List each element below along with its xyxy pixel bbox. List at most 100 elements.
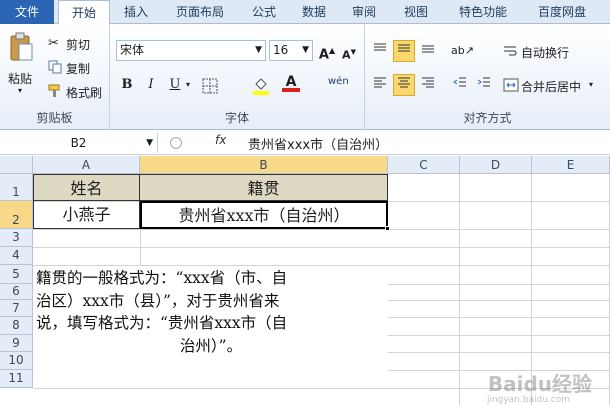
font-size-select[interactable]: 16 ▼: [269, 40, 313, 61]
shrink-font-icon[interactable]: A▼: [338, 41, 360, 63]
tab-formulas[interactable]: 公式: [242, 0, 286, 24]
format-painter-icon: [48, 84, 62, 98]
row-header-7[interactable]: 7: [0, 300, 33, 317]
wrap-text-icon: [503, 44, 517, 58]
insert-function-icon[interactable]: fx: [215, 133, 226, 147]
paste-button[interactable]: 粘贴: [8, 70, 32, 87]
cell-a1[interactable]: 姓名: [33, 174, 140, 201]
underline-button[interactable]: U: [164, 74, 186, 96]
tab-file[interactable]: 文件: [0, 0, 54, 24]
row-header-6[interactable]: 6: [0, 284, 33, 300]
formula-bar: B2 ▼ fx 贵州省xxx市（自治州）: [0, 131, 610, 155]
row-9-gridline: [388, 352, 610, 353]
baidu-jingyan-watermark: Baidu经验: [487, 372, 592, 396]
row-2-gridline: [33, 229, 610, 230]
clipboard-group: 粘贴 ▾ ✂ 剪切 复制 格式刷 剪贴板: [0, 24, 110, 130]
align-center-icon[interactable]: [393, 74, 415, 96]
formula-bar-circle-icon: [170, 137, 182, 149]
tab-data[interactable]: 数据: [292, 0, 336, 24]
alignment-group: ab↗ 自动换行 合并后居中 ▾ 对齐方式: [365, 24, 610, 130]
row-8-gridline: [388, 335, 610, 336]
decrease-indent-icon[interactable]: [449, 74, 471, 96]
tab-insert[interactable]: 插入: [114, 0, 158, 24]
clipboard-group-label: 剪贴板: [36, 111, 73, 125]
ribbon-tabs: 文件 开始 插入 页面布局 公式 数据 审阅 视图 特色功能 百度网盘: [0, 0, 610, 25]
fill-handle[interactable]: [385, 226, 390, 231]
cell-b2-selected[interactable]: 贵州省xxx市（自治州）: [140, 201, 388, 229]
row-4-gridline: [33, 265, 610, 266]
column-header-c[interactable]: C: [388, 156, 460, 174]
paste-icon[interactable]: [8, 32, 34, 62]
row-header-10[interactable]: 10: [0, 352, 33, 370]
row-header-8[interactable]: 8: [0, 317, 33, 335]
row-header-11[interactable]: 11: [0, 370, 33, 388]
tab-review[interactable]: 审阅: [342, 0, 386, 24]
note-line-3: 说，填写格式为：“贵州省xxx市（自: [36, 314, 288, 332]
tab-page-layout[interactable]: 页面布局: [164, 0, 236, 24]
font-group: 宋体 ▼ 16 ▼ A▲ A▼ B I U ▾ A wén 字体: [110, 24, 365, 130]
column-header-a[interactable]: A: [33, 156, 140, 174]
merge-dropdown-icon[interactable]: ▾: [589, 80, 593, 89]
select-all-corner[interactable]: [0, 156, 33, 174]
align-left-icon[interactable]: [369, 74, 391, 96]
watermark-url: jingyan.baidu.com: [486, 395, 570, 405]
col-a-gridline: [140, 229, 141, 265]
tab-special[interactable]: 特色功能: [450, 0, 516, 24]
scissors-icon: ✂: [48, 36, 59, 51]
row-header-4[interactable]: 4: [0, 247, 33, 265]
bold-button[interactable]: B: [116, 74, 138, 96]
wrap-text-button[interactable]: 自动换行: [521, 44, 569, 61]
align-right-icon[interactable]: [417, 74, 439, 96]
row-header-5[interactable]: 5: [0, 265, 33, 284]
cell-b1[interactable]: 籍贯: [140, 174, 388, 201]
copy-button[interactable]: 复制: [66, 60, 90, 77]
align-bottom-icon[interactable]: [417, 40, 439, 62]
font-name-value: 宋体: [120, 43, 145, 57]
chevron-down-icon: ▼: [255, 45, 262, 55]
row-7-gridline: [388, 317, 610, 318]
font-name-select[interactable]: 宋体 ▼: [116, 40, 266, 61]
tab-baidu-netdisk[interactable]: 百度网盘: [526, 0, 598, 24]
worksheet-grid: A B C D E 1 2 3 4 5 6 7 8 9 10 11 姓名 籍贯 …: [0, 156, 610, 405]
chevron-down-icon: ▼: [302, 45, 309, 55]
row-header-9[interactable]: 9: [0, 335, 33, 352]
row-3-gridline: [33, 247, 610, 248]
row-header-1[interactable]: 1: [0, 174, 33, 201]
increase-indent-icon[interactable]: [473, 74, 495, 96]
grow-font-icon[interactable]: A▲: [316, 40, 338, 62]
borders-icon[interactable]: [202, 78, 218, 94]
note-line-4: 治州）”。: [179, 336, 243, 355]
formula-input[interactable]: 贵州省xxx市（自治州）: [248, 134, 388, 153]
font-group-label: 字体: [224, 111, 249, 125]
note-line-2: 治区）xxx市（县）”，对于贵州省来: [36, 291, 280, 310]
column-header-e[interactable]: E: [532, 156, 610, 174]
copy-icon: [48, 60, 62, 74]
row-header-2[interactable]: 2: [0, 201, 33, 229]
align-middle-icon[interactable]: [393, 40, 415, 62]
note-line-1: 籍贯的一般格式为：“xxx省（市、自: [36, 269, 288, 287]
column-header-b[interactable]: B: [140, 156, 388, 174]
row-5-gridline: [388, 284, 610, 285]
name-box[interactable]: B2 ▼: [0, 133, 158, 153]
align-top-icon[interactable]: [369, 40, 391, 62]
fill-color-icon[interactable]: [252, 76, 270, 96]
orientation-icon[interactable]: ab↗: [451, 40, 474, 62]
italic-button[interactable]: I: [140, 74, 162, 96]
underline-dropdown-icon[interactable]: ▾: [186, 80, 190, 89]
phonetic-icon[interactable]: wén: [328, 76, 349, 87]
cell-a2[interactable]: 小燕子: [33, 201, 140, 229]
column-header-d[interactable]: D: [460, 156, 532, 174]
tab-view[interactable]: 视图: [394, 0, 438, 24]
format-painter-button[interactable]: 格式刷: [66, 84, 102, 101]
row-header-3[interactable]: 3: [0, 229, 33, 247]
paste-dropdown-icon[interactable]: ▾: [18, 86, 22, 95]
cut-button[interactable]: 剪切: [66, 36, 90, 53]
row-6-gridline: [388, 300, 610, 301]
note-text-block: 籍贯的一般格式为：“xxx省（市、自 治区）xxx市（县）”，对于贵州省来 说，…: [36, 267, 386, 357]
chevron-down-icon[interactable]: ▼: [146, 133, 153, 153]
font-color-icon[interactable]: A: [282, 74, 300, 96]
tab-home[interactable]: 开始: [58, 0, 110, 25]
merge-center-button[interactable]: 合并后居中: [521, 78, 581, 95]
ribbon: 粘贴 ▾ ✂ 剪切 复制 格式刷 剪贴板 宋体 ▼ 16 ▼ A▲ A▼ B I U…: [0, 24, 610, 130]
font-size-value: 16: [273, 43, 289, 57]
